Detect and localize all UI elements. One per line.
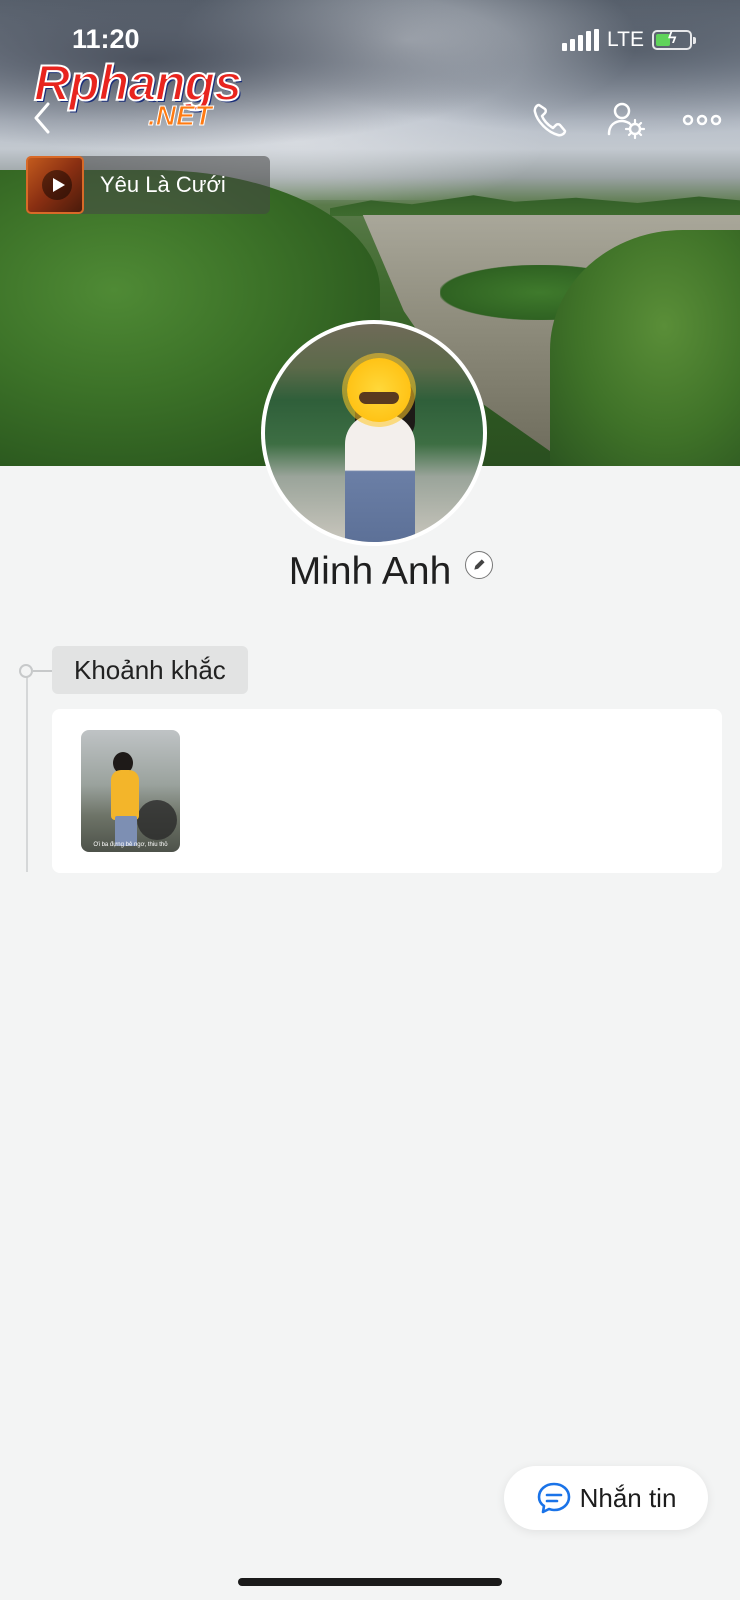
mustache-icon <box>359 392 399 404</box>
moments-label: Khoảnh khắc <box>52 646 248 694</box>
music-player[interactable]: Yêu Là Cưới <box>26 156 270 214</box>
chevron-left-icon[interactable] <box>24 98 64 138</box>
phone-icon[interactable] <box>528 98 572 142</box>
timeline-line <box>26 672 28 872</box>
user-settings-icon[interactable] <box>604 98 648 142</box>
play-icon[interactable] <box>42 170 72 200</box>
pencil-icon[interactable] <box>465 551 493 579</box>
watermark-logo: Rphangs .NET <box>33 57 243 130</box>
sun-sticker-icon <box>347 358 411 422</box>
moment-caption: Ơi ba đựng bẻ ngơ, thiu thỏ <box>93 842 168 848</box>
music-title: Yêu Là Cưới <box>100 172 226 197</box>
moments-card: Ơi ba đựng bẻ ngơ, thiu thỏ <box>52 709 722 873</box>
avatar-photo <box>265 324 483 542</box>
profile-name: Minh Anh <box>288 550 452 593</box>
timeline-dot <box>19 664 33 678</box>
timeline-connector <box>33 670 53 672</box>
more-icon[interactable] <box>680 98 724 142</box>
status-indicators: LTE ϟ <box>562 28 696 52</box>
battery-icon: ϟ <box>652 30 696 50</box>
chat-icon <box>537 1482 570 1514</box>
music-cover[interactable] <box>26 156 84 214</box>
moment-thumbnail[interactable]: Ơi ba đựng bẻ ngơ, thiu thỏ <box>81 730 180 852</box>
status-time: 11:20 <box>72 24 140 54</box>
message-button-label: Nhắn tin <box>579 1482 677 1513</box>
home-indicator[interactable] <box>238 1578 502 1586</box>
avatar[interactable] <box>261 320 487 546</box>
signal-icon <box>562 29 600 51</box>
message-button[interactable]: Nhắn tin <box>504 1466 708 1530</box>
network-label: LTE <box>607 28 644 51</box>
